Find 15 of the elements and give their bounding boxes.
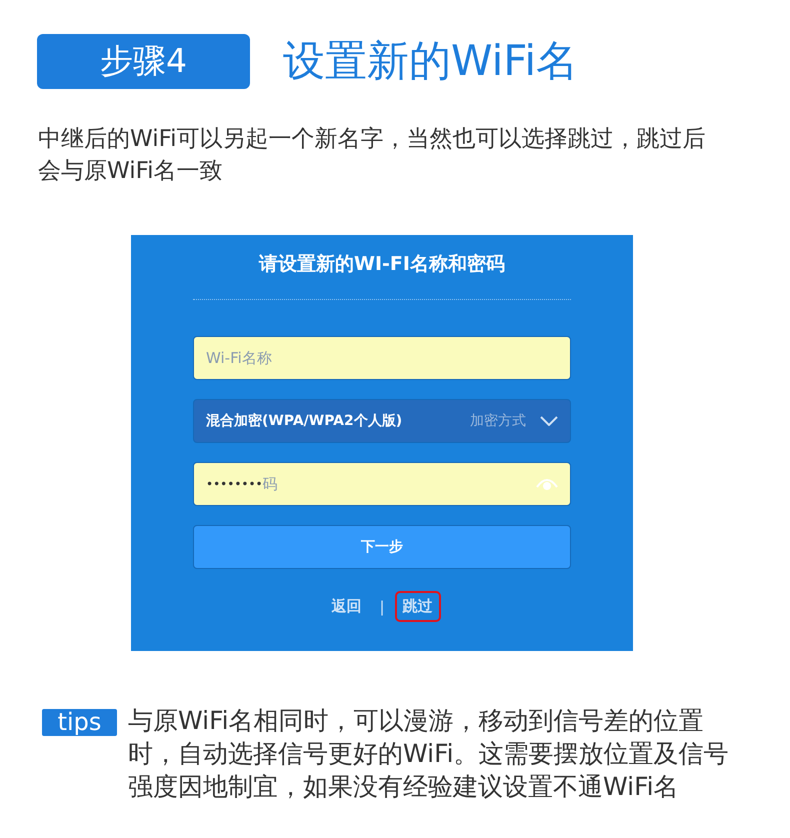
- intro-text: 中继后的WiFi可以另起一个新名字，当然也可以选择跳过，跳过后会与原WiFi名一致: [38, 125, 707, 186]
- chevron-down-icon: [540, 416, 558, 426]
- tips-badge: tips: [42, 709, 117, 736]
- eye-icon[interactable]: [536, 477, 558, 491]
- panel-title: 请设置新的WI-FI名称和密码: [259, 252, 505, 277]
- password-field[interactable]: ••••••••码: [193, 462, 571, 506]
- tips-text: 与原WiFi名相同时，可以漫游，移动到信号差的位置时，自动选择信号更好的WiFi。这需要摆放位置及信号强度因地制宜，如果没有经验建议设置不通WiFi名: [128, 705, 730, 803]
- step-badge: 步骤4: [37, 34, 250, 88]
- encryption-select[interactable]: 混合加密(WPA/WPA2个人版) 加密方式: [193, 399, 571, 443]
- next-button[interactable]: 下一步: [193, 525, 571, 569]
- wifi-name-field[interactable]: Wi-Fi名称: [193, 336, 571, 380]
- separator: |: [379, 598, 385, 616]
- section-title: 设置新的WiFi名: [283, 35, 578, 87]
- text-link[interactable]: 返回: [323, 591, 370, 622]
- highlighted-link[interactable]: 跳过: [394, 591, 441, 622]
